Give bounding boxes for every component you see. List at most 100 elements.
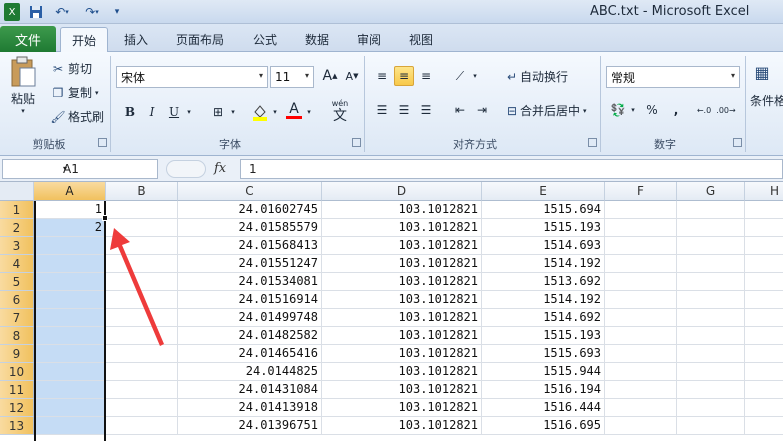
cell-d[interactable]: 103.1012821 xyxy=(322,363,482,381)
cell-d[interactable]: 103.1012821 xyxy=(322,381,482,399)
tab-insert[interactable]: 插入 xyxy=(114,27,158,52)
cell-g[interactable] xyxy=(677,399,745,417)
row-header[interactable]: 11 xyxy=(0,381,34,399)
cell-f[interactable] xyxy=(605,237,677,255)
cell-d[interactable]: 103.1012821 xyxy=(322,291,482,309)
decrease-indent-icon[interactable]: ⇤ xyxy=(450,100,470,120)
cell-f[interactable] xyxy=(605,363,677,381)
cell-h[interactable] xyxy=(745,201,783,219)
cell-c[interactable]: 24.01465416 xyxy=(178,345,322,363)
cell-h[interactable] xyxy=(745,363,783,381)
font-color-icon[interactable]: A xyxy=(284,100,304,120)
cell-g[interactable] xyxy=(677,363,745,381)
currency-dropdown-icon[interactable]: ▾ xyxy=(628,100,638,120)
cell-f[interactable] xyxy=(605,417,677,435)
cell-g[interactable] xyxy=(677,417,745,435)
cell-h[interactable] xyxy=(745,417,783,435)
cell-e[interactable]: 1513.692 xyxy=(482,273,605,291)
cell-g[interactable] xyxy=(677,345,745,363)
name-box[interactable]: A1 ▾ xyxy=(2,159,158,179)
percent-button[interactable]: % xyxy=(642,100,662,120)
cell-f[interactable] xyxy=(605,219,677,237)
cell-d[interactable]: 103.1012821 xyxy=(322,327,482,345)
insert-function-icon[interactable]: fx xyxy=(214,161,226,176)
row-header[interactable]: 5 xyxy=(0,273,34,291)
number-launcher-icon[interactable] xyxy=(733,138,742,147)
column-header-d[interactable]: D xyxy=(322,182,482,201)
bold-button[interactable]: B xyxy=(120,102,140,122)
cell-d[interactable]: 103.1012821 xyxy=(322,201,482,219)
cell-c[interactable]: 24.01482582 xyxy=(178,327,322,345)
cell-h[interactable] xyxy=(745,237,783,255)
cell-h[interactable] xyxy=(745,399,783,417)
cell-d[interactable]: 103.1012821 xyxy=(322,237,482,255)
cell-e[interactable]: 1514.692 xyxy=(482,309,605,327)
cell-c[interactable]: 24.01431084 xyxy=(178,381,322,399)
column-header-a[interactable]: A xyxy=(34,182,106,201)
cell-h[interactable] xyxy=(745,345,783,363)
cell-f[interactable] xyxy=(605,381,677,399)
format-painter-button[interactable]: 🖌 格式刷 xyxy=(50,108,104,125)
font-name-select[interactable]: 宋体 ▾ xyxy=(116,66,268,88)
column-header-b[interactable]: B xyxy=(106,182,178,201)
cell-g[interactable] xyxy=(677,273,745,291)
copy-button[interactable]: ❐ 复制 ▾ xyxy=(50,84,99,101)
align-center-icon[interactable]: ☰ xyxy=(394,100,414,120)
cell-d[interactable]: 103.1012821 xyxy=(322,255,482,273)
wrap-text-button[interactable]: ↵ 自动换行 xyxy=(504,68,568,85)
tab-file[interactable]: 文件 xyxy=(0,26,56,52)
row-header[interactable]: 6 xyxy=(0,291,34,309)
underline-dropdown-icon[interactable]: ▾ xyxy=(184,102,194,122)
column-header-c[interactable]: C xyxy=(178,182,322,201)
borders-icon[interactable]: ⊞ xyxy=(208,102,228,122)
cell-b[interactable] xyxy=(106,381,178,399)
cell-e[interactable]: 1514.693 xyxy=(482,237,605,255)
cell-d[interactable]: 103.1012821 xyxy=(322,345,482,363)
align-left-icon[interactable]: ☰ xyxy=(372,100,392,120)
cell-b[interactable] xyxy=(106,399,178,417)
cell-e[interactable]: 1515.193 xyxy=(482,219,605,237)
row-header[interactable]: 3 xyxy=(0,237,34,255)
column-header-g[interactable]: G xyxy=(677,182,745,201)
cell-d[interactable]: 103.1012821 xyxy=(322,399,482,417)
cell-h[interactable] xyxy=(745,273,783,291)
cell-h[interactable] xyxy=(745,327,783,345)
row-header[interactable]: 8 xyxy=(0,327,34,345)
conditional-format-button[interactable]: ▦ 条件格 xyxy=(750,58,783,109)
cell-e[interactable]: 1515.193 xyxy=(482,327,605,345)
underline-button[interactable]: U xyxy=(164,102,184,122)
phonetic-guide-button[interactable]: wén 文 xyxy=(326,96,354,126)
worksheet-grid[interactable]: ABCDEFGH 1 1 24.01602745 103.1012821 1515.69… xyxy=(0,182,783,441)
save-icon[interactable] xyxy=(28,3,44,21)
column-header-f[interactable]: F xyxy=(605,182,677,201)
decrease-decimal-icon[interactable]: .00→ xyxy=(716,100,736,120)
cell-e[interactable]: 1516.444 xyxy=(482,399,605,417)
paste-button[interactable]: 粘贴 ▾ xyxy=(6,56,40,126)
cell-h[interactable] xyxy=(745,219,783,237)
increase-indent-icon[interactable]: ⇥ xyxy=(472,100,492,120)
formula-resize-handle[interactable] xyxy=(166,160,206,178)
customize-icon[interactable]: ▾ xyxy=(110,3,124,21)
cell-e[interactable]: 1514.192 xyxy=(482,255,605,273)
cell-b[interactable] xyxy=(106,363,178,381)
cell-f[interactable] xyxy=(605,309,677,327)
cell-c[interactable]: 24.01585579 xyxy=(178,219,322,237)
cell-h[interactable] xyxy=(745,255,783,273)
orientation-icon[interactable]: ⟋ xyxy=(450,66,470,86)
cell-b[interactable] xyxy=(106,417,178,435)
cell-c[interactable]: 24.01516914 xyxy=(178,291,322,309)
cell-c[interactable]: 24.01551247 xyxy=(178,255,322,273)
cut-button[interactable]: ✂ 剪切 xyxy=(50,60,92,77)
align-middle-icon[interactable]: ≡ xyxy=(394,66,414,86)
orientation-dropdown-icon[interactable]: ▾ xyxy=(470,66,480,86)
cell-b[interactable] xyxy=(106,201,178,219)
tab-review[interactable]: 审阅 xyxy=(348,27,390,52)
formula-input[interactable]: 1 xyxy=(240,159,783,179)
grow-font-button[interactable]: A ▲ xyxy=(320,66,340,86)
cell-c[interactable]: 24.0144825 xyxy=(178,363,322,381)
tab-view[interactable]: 视图 xyxy=(400,27,442,52)
cell-g[interactable] xyxy=(677,309,745,327)
cell-f[interactable] xyxy=(605,291,677,309)
cell-f[interactable] xyxy=(605,399,677,417)
fill-handle[interactable] xyxy=(102,215,108,221)
